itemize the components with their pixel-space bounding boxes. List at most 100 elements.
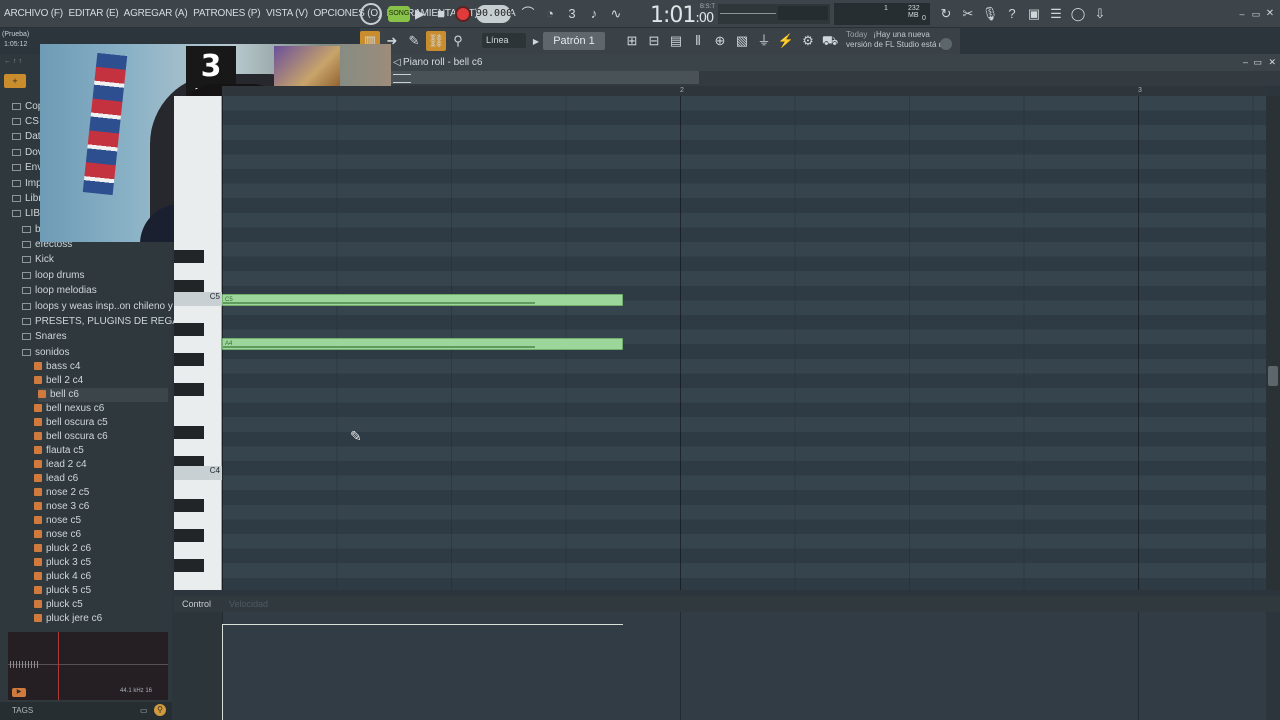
minimize-icon[interactable]: – [1236,4,1248,24]
news-badge-icon[interactable] [940,38,952,50]
play-icon[interactable]: ▶ [410,4,430,24]
tags-bar[interactable]: TAGS ▭ ⚲ [0,702,172,720]
folder-snares[interactable]: Snares [22,330,67,344]
sound-bell-nexus-c6[interactable]: bell nexus c6 [34,402,104,416]
close-icon[interactable]: ✕ [1264,4,1276,24]
chat-icon[interactable]: ◯ [1068,4,1088,24]
browser-nav-icon[interactable]: ← ↑ ↑ [4,58,38,66]
sound-bass-c4[interactable]: bass c4 [34,360,80,374]
playlist-window-icon[interactable]: ⊞ [622,31,642,51]
wrench-icon[interactable]: ⚙ [798,31,818,51]
maximize-icon[interactable]: ▭ [1250,4,1262,24]
metronome-icon[interactable]: ⌒ [518,4,538,24]
folder-loop-drums[interactable]: loop drums [22,269,84,283]
black-key[interactable] [174,383,204,396]
horizontal-scrollbar[interactable] [391,71,699,84]
sound-pluck-c5[interactable]: pluck c5 [34,598,83,612]
black-key[interactable] [174,426,204,439]
window-maximize-icon[interactable]: ▭ [1253,54,1262,71]
control-label[interactable]: Control [182,596,211,612]
microphone-icon[interactable]: 🎙 [980,4,1000,24]
velocity-stem[interactable] [222,624,223,720]
menu-archivo[interactable]: ARCHIVO (F) [4,8,63,19]
window-minimize-icon[interactable]: – [1243,54,1248,71]
menu-editar[interactable]: EDITAR (E) [69,8,119,19]
menu-patrones[interactable]: PATRONES (P) [193,8,260,19]
sound-flauta-c5[interactable]: flauta c5 [34,444,84,458]
sound-pluck-4-c6[interactable]: pluck 4 c6 [34,570,91,584]
step-edit-icon[interactable]: ♪ [584,4,604,24]
piano-roll-menu-icon[interactable] [393,74,411,83]
chevron-right-icon[interactable]: ▶ [530,32,542,52]
folder-presets[interactable]: PRESETS, PLUGINS DE REGALO [22,315,192,329]
sound-pluck-3-c5[interactable]: pluck 3 c5 [34,556,91,570]
preview-play-icon[interactable]: ▶ [12,688,26,697]
sound-pluck-5-c5[interactable]: pluck 5 c5 [34,584,91,598]
folder-kick[interactable]: Kick [22,253,54,267]
wait-input-icon[interactable]: ◔ [540,4,560,24]
snap-selector[interactable]: Línea [482,33,526,48]
black-key[interactable] [174,323,204,336]
sound-pluck-2-c6[interactable]: pluck 2 c6 [34,542,91,556]
sound-pluck-jere-c6[interactable]: pluck jere c6 [34,612,102,626]
pattern-selector[interactable]: Patrón 1 [543,32,605,50]
piano-roll-window-icon[interactable]: ⊟ [644,31,664,51]
piano-roll-titlebar[interactable]: ◁ Piano roll - bell c6 – ▭ ✕ [391,54,1280,71]
folder-dov[interactable]: Dov [12,146,43,160]
menu-vista[interactable]: VISTA (V) [266,8,308,19]
stop-icon[interactable]: ■ [431,4,451,24]
black-key[interactable] [174,559,204,572]
save-icon[interactable]: ▣ [1024,4,1044,24]
song-mode-toggle[interactable]: SONG [388,6,410,22]
tools-icon[interactable]: ✂ [958,4,978,24]
folder-imp[interactable]: Imp [12,177,42,191]
key-c5[interactable]: C5 [174,292,222,306]
sound-nose-2-c5[interactable]: nose 2 c5 [34,486,89,500]
note-c5[interactable]: C5 [222,294,623,306]
mixer-window-icon[interactable]: ⫴ [688,31,708,51]
tempo-display[interactable]: 90.000 [476,5,512,23]
sound-bell-oscura-c5[interactable]: bell oscura c5 [34,416,108,430]
piano-keyboard[interactable]: C5 C4 [174,96,222,590]
sound-lead-c6[interactable]: lead c6 [34,472,78,486]
black-key[interactable] [174,529,204,542]
link-icon[interactable]: ⛓ [426,31,446,51]
countdown-icon[interactable]: 3 [562,4,582,24]
clipboard-icon[interactable]: ▧ [732,31,752,51]
velocity-lane[interactable] [222,612,1266,720]
black-key[interactable] [174,353,204,366]
key-c4[interactable]: C4 [174,466,222,480]
folder-sonidos[interactable]: sonidos [22,346,69,360]
menu-agregar[interactable]: AGREGAR (A) [124,8,188,19]
folder-b[interactable]: b [22,223,41,237]
shop-icon[interactable]: ⛟ [820,31,840,51]
touch-keyboard-icon[interactable]: ⚡ [776,31,796,51]
folder-cop[interactable]: Cop [12,100,43,114]
pencil-icon[interactable]: ✎ [404,31,424,51]
browser-add-icon[interactable]: + [4,74,26,88]
timeline-ruler[interactable]: 2 3 [222,86,1266,96]
control-parameter[interactable]: Velocidad [229,596,268,612]
sound-bell-oscura-c6[interactable]: bell oscura c6 [34,430,108,444]
help-icon[interactable]: ? [1002,4,1022,24]
sound-bell-2-c4[interactable]: bell 2 c4 [34,374,83,388]
plug-icon[interactable]: ⏚ [754,31,774,51]
search-icon[interactable]: ⚲ [154,704,166,716]
folder-dat[interactable]: Dat [12,130,41,144]
sound-bell-c6[interactable]: bell c6 [38,388,168,402]
scrollbar-thumb[interactable] [1268,366,1278,386]
record-icon[interactable] [455,6,471,22]
channel-rack-icon[interactable]: ▤ [666,31,686,51]
folder-cs[interactable]: CS [12,115,39,129]
vertical-scrollbar[interactable] [1266,96,1280,590]
undo-history-icon[interactable]: ↻ [936,4,956,24]
record-mode-icon[interactable] [360,3,382,25]
folder-loop-melodias[interactable]: loop melodias [22,284,97,298]
sound-nose-c6[interactable]: nose c6 [34,528,81,542]
folder-env[interactable]: Env [12,161,42,175]
black-key[interactable] [174,499,204,512]
mixer-icon[interactable]: ☰ [1046,4,1066,24]
stamp-icon[interactable]: ⚲ [448,31,468,51]
sound-nose-3-c6[interactable]: nose 3 c6 [34,500,89,514]
blend-notes-icon[interactable]: ∿ [606,4,626,24]
